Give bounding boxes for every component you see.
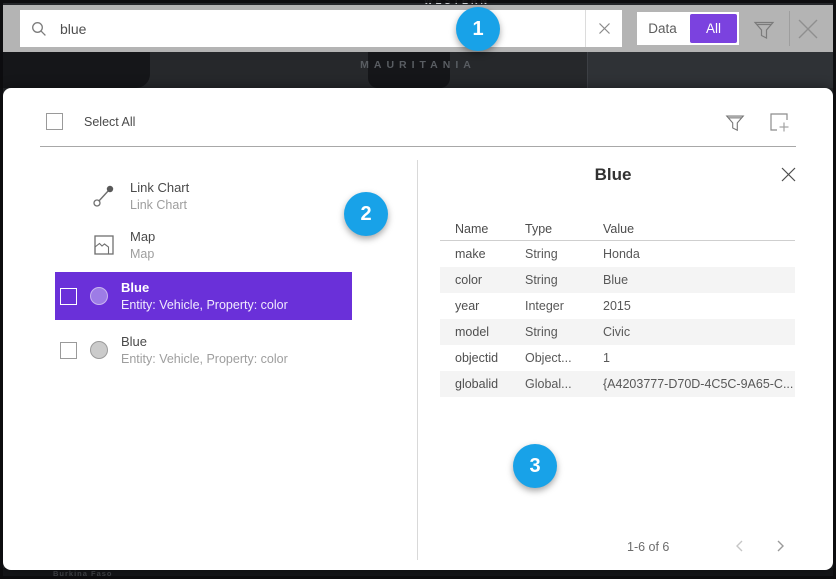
cell-value: Blue (603, 273, 795, 287)
list-item-texts: Blue Entity: Vehicle, Property: color (121, 334, 288, 367)
select-all-label: Select All (84, 115, 135, 129)
detail-close-button[interactable] (780, 166, 797, 186)
table-row: model String Civic (440, 319, 795, 345)
link-chart-icon (91, 183, 117, 209)
entity-circle-icon (90, 287, 108, 305)
attribute-table: Name Type Value make String Honda color … (440, 217, 795, 397)
close-x-icon (794, 15, 822, 43)
col-header-value: Value (603, 222, 795, 236)
list-item-blue[interactable]: Blue Entity: Vehicle, Property: color (55, 328, 352, 372)
search-input[interactable] (47, 10, 585, 47)
cell-value: 2015 (603, 299, 795, 313)
result-checkbox[interactable] (60, 288, 77, 305)
list-item-title: Map (130, 229, 155, 245)
add-selection-button[interactable] (767, 110, 791, 137)
chevron-left-icon (733, 539, 747, 553)
prev-page-button[interactable] (733, 539, 747, 556)
cell-name: year (455, 299, 525, 313)
detail-pane: Blue Name Type Value make String Honda (417, 160, 809, 564)
cell-type: String (525, 325, 603, 339)
add-to-selection-icon (767, 110, 791, 134)
toggle-all-button[interactable]: All (690, 14, 737, 43)
cell-type: String (525, 247, 603, 261)
list-item-map[interactable]: Map Map (91, 223, 155, 267)
results-filter-button[interactable] (724, 111, 746, 136)
panel-actions (724, 110, 791, 137)
map-label-bottom: Burkina Faso (53, 569, 113, 578)
list-item-title: Blue (121, 280, 288, 296)
chevron-right-icon (773, 539, 787, 553)
list-item-title: Blue (121, 334, 288, 350)
header-divider (40, 146, 796, 147)
next-page-button[interactable] (773, 539, 787, 556)
list-item-texts: Map Map (130, 229, 155, 262)
map-icon (91, 232, 117, 258)
cell-name: model (455, 325, 525, 339)
result-checkbox[interactable] (60, 342, 77, 359)
callout-badge-3: 3 (513, 444, 557, 488)
list-item-subtitle: Link Chart (130, 197, 189, 213)
cell-type: Integer (525, 299, 603, 313)
cell-value: Honda (603, 247, 795, 261)
data-all-toggle: Data All (637, 12, 739, 45)
cell-type: String (525, 273, 603, 287)
search-box (20, 10, 585, 47)
cell-value: Civic (603, 325, 795, 339)
list-item-texts: Link Chart Link Chart (130, 180, 189, 213)
list-item-link-chart[interactable]: Link Chart Link Chart (91, 174, 189, 218)
cell-name: objectid (455, 351, 525, 365)
list-item-subtitle: Entity: Vehicle, Property: color (121, 351, 288, 367)
app-window: WESTERN MAURITANIA Burkina Faso Data All (0, 0, 836, 579)
filter-funnel-icon (724, 111, 746, 133)
select-all-checkbox[interactable] (46, 113, 63, 130)
col-header-name: Name (455, 222, 525, 236)
clear-search-button[interactable] (585, 10, 622, 47)
cell-name: globalid (455, 377, 525, 391)
cell-type: Object... (525, 351, 603, 365)
callout-badge-1: 1 (456, 7, 500, 51)
map-label-mauritania: MAURITANIA (0, 59, 836, 71)
entity-circle-icon (90, 341, 108, 359)
list-item-title: Link Chart (130, 180, 189, 196)
toolbar-divider (789, 11, 790, 46)
table-row: objectid Object... 1 (440, 345, 795, 371)
list-item-texts: Blue Entity: Vehicle, Property: color (121, 280, 288, 313)
results-panel: Select All (3, 88, 833, 570)
table-row: color String Blue (440, 267, 795, 293)
cell-type: Global... (525, 377, 603, 391)
close-x-icon (780, 166, 797, 183)
search-toolbar: Data All (3, 5, 833, 52)
list-item-subtitle: Entity: Vehicle, Property: color (121, 297, 288, 313)
toggle-data-button[interactable]: Data (637, 12, 688, 45)
filter-funnel-icon (752, 17, 776, 41)
cell-value: 1 (603, 351, 795, 365)
table-row: globalid Global... {A4203777-D70D-4C5C-9… (440, 371, 795, 397)
detail-title: Blue (417, 165, 809, 185)
page-range-label: 1-6 of 6 (627, 540, 669, 554)
select-all-row: Select All (46, 113, 135, 130)
toolbar-close-button[interactable] (794, 15, 822, 46)
table-header-row: Name Type Value (440, 217, 795, 241)
cell-name: make (455, 247, 525, 261)
toolbar-filter-button[interactable] (752, 17, 776, 44)
pagination: 1-6 of 6 (417, 536, 809, 558)
cell-value: {A4203777-D70D-4C5C-9A65-C... (603, 377, 795, 391)
col-header-type: Type (525, 222, 603, 236)
table-row: make String Honda (440, 241, 795, 267)
cell-name: color (455, 273, 525, 287)
callout-badge-2: 2 (344, 192, 388, 236)
table-row: year Integer 2015 (440, 293, 795, 319)
search-icon (31, 21, 47, 37)
clear-x-icon (598, 22, 611, 35)
list-item-subtitle: Map (130, 246, 155, 262)
list-item-blue-selected[interactable]: Blue Entity: Vehicle, Property: color (55, 272, 352, 320)
